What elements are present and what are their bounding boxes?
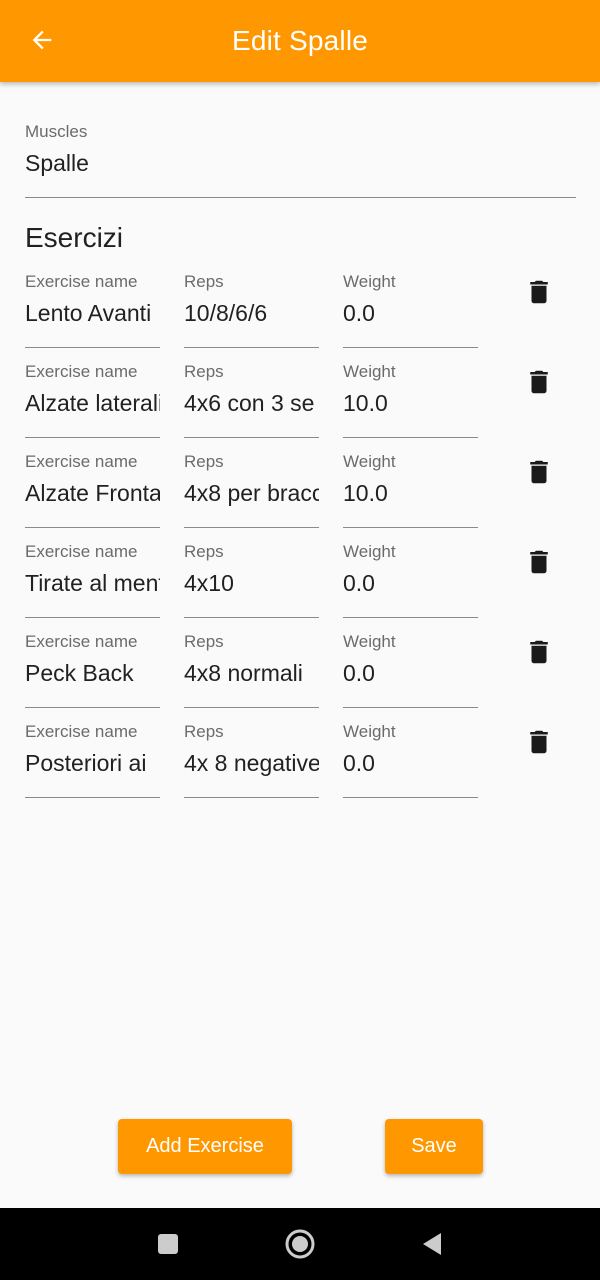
reps-label: Reps [184, 272, 224, 291]
weight-label: Weight [343, 362, 396, 381]
exercise-name-field[interactable]: Exercise name Alzate laterali [25, 362, 160, 438]
home-button[interactable] [282, 1226, 318, 1262]
muscles-label: Muscles [25, 122, 88, 141]
reps-label: Reps [184, 722, 224, 741]
weight-value[interactable]: 10.0 [343, 480, 478, 507]
weight-value[interactable]: 0.0 [343, 660, 478, 687]
circle-home-icon [285, 1229, 315, 1259]
delete-exercise-button[interactable] [521, 724, 557, 760]
reps-value[interactable]: 4x8 per braccio [184, 480, 319, 507]
weight-field[interactable]: Weight 0.0 [343, 722, 478, 798]
square-icon [158, 1234, 178, 1254]
reps-label: Reps [184, 452, 224, 471]
trash-icon [530, 370, 548, 394]
exercise-name-label: Exercise name [25, 632, 138, 651]
exercise-name-value[interactable]: Tirate al mento [25, 570, 160, 597]
app-bar: Edit Spalle [0, 0, 600, 82]
weight-label: Weight [343, 542, 396, 561]
delete-exercise-button[interactable] [521, 544, 557, 580]
triangle-back-icon [423, 1233, 441, 1255]
exercise-name-label: Exercise name [25, 272, 138, 291]
muscles-field[interactable]: Muscles Spalle [25, 122, 576, 198]
trash-icon [530, 460, 548, 484]
weight-value[interactable]: 0.0 [343, 300, 478, 327]
exercise-name-label: Exercise name [25, 362, 138, 381]
system-navigation-bar [0, 1208, 600, 1280]
reps-field[interactable]: Reps 4x10 [184, 542, 319, 618]
exercise-name-label: Exercise name [25, 722, 138, 741]
trash-icon [530, 280, 548, 304]
exercise-name-field[interactable]: Exercise name Lento Avanti [25, 272, 160, 348]
reps-field[interactable]: Reps 4x8 normali [184, 632, 319, 708]
delete-exercise-button[interactable] [521, 634, 557, 670]
weight-field[interactable]: Weight 0.0 [343, 542, 478, 618]
reps-label: Reps [184, 632, 224, 651]
weight-label: Weight [343, 632, 396, 651]
trash-icon [530, 640, 548, 664]
recents-button[interactable] [150, 1226, 186, 1262]
weight-value[interactable]: 0.0 [343, 750, 478, 777]
exercise-name-field[interactable]: Exercise name Tirate al mento [25, 542, 160, 618]
reps-field[interactable]: Reps 4x6 con 3 se [184, 362, 319, 438]
exercise-name-value[interactable]: Posteriori ai [25, 750, 160, 777]
delete-exercise-button[interactable] [521, 454, 557, 490]
reps-value[interactable]: 4x6 con 3 se [184, 390, 319, 417]
reps-value[interactable]: 4x 8 negative [184, 750, 319, 777]
exercise-name-value[interactable]: Alzate laterali [25, 390, 160, 417]
weight-field[interactable]: Weight 10.0 [343, 362, 478, 438]
exercise-row: Exercise name Alzate laterali Reps 4x6 c… [0, 362, 600, 452]
trash-icon [530, 550, 548, 574]
weight-label: Weight [343, 452, 396, 471]
exercise-name-label: Exercise name [25, 452, 138, 471]
weight-field[interactable]: Weight 0.0 [343, 272, 478, 348]
trash-icon [530, 730, 548, 754]
exercise-row: Exercise name Posteriori ai Reps 4x 8 ne… [0, 722, 600, 812]
exercise-name-field[interactable]: Exercise name Posteriori ai [25, 722, 160, 798]
exercise-row: Exercise name Lento Avanti Reps 10/8/6/6… [0, 272, 600, 362]
reps-value[interactable]: 4x10 [184, 570, 319, 597]
exercise-name-field[interactable]: Exercise name Alzate Frontali [25, 452, 160, 528]
exercises-heading: Esercizi [25, 222, 124, 253]
weight-value[interactable]: 0.0 [343, 570, 478, 597]
exercise-row: Exercise name Tirate al mento Reps 4x10 … [0, 542, 600, 632]
weight-value[interactable]: 10.0 [343, 390, 478, 417]
page-title: Edit Spalle [231, 25, 369, 56]
reps-label: Reps [184, 542, 224, 561]
muscles-value[interactable]: Spalle [25, 150, 576, 177]
nav-back-button[interactable] [414, 1226, 450, 1262]
exercise-name-field[interactable]: Exercise name Peck Back [25, 632, 160, 708]
reps-field[interactable]: Reps 10/8/6/6 [184, 272, 319, 348]
weight-field[interactable]: Weight 10.0 [343, 452, 478, 528]
reps-value[interactable]: 4x8 normali [184, 660, 319, 687]
reps-label: Reps [184, 362, 224, 381]
exercise-row: Exercise name Alzate Frontali Reps 4x8 p… [0, 452, 600, 542]
exercise-name-value[interactable]: Alzate Frontali [25, 480, 160, 507]
exercise-row: Exercise name Peck Back Reps 4x8 normali… [0, 632, 600, 722]
reps-field[interactable]: Reps 4x8 per braccio [184, 452, 319, 528]
weight-field[interactable]: Weight 0.0 [343, 632, 478, 708]
exercise-name-value[interactable]: Lento Avanti [25, 300, 160, 327]
delete-exercise-button[interactable] [521, 364, 557, 400]
exercise-name-label: Exercise name [25, 542, 138, 561]
add-exercise-button[interactable]: Add Exercise [118, 1119, 292, 1174]
delete-exercise-button[interactable] [521, 274, 557, 310]
save-button[interactable]: Save [385, 1119, 483, 1174]
exercise-name-value[interactable]: Peck Back [25, 660, 160, 687]
reps-value[interactable]: 10/8/6/6 [184, 300, 319, 327]
weight-label: Weight [343, 722, 396, 741]
reps-field[interactable]: Reps 4x 8 negative [184, 722, 319, 798]
weight-label: Weight [343, 272, 396, 291]
